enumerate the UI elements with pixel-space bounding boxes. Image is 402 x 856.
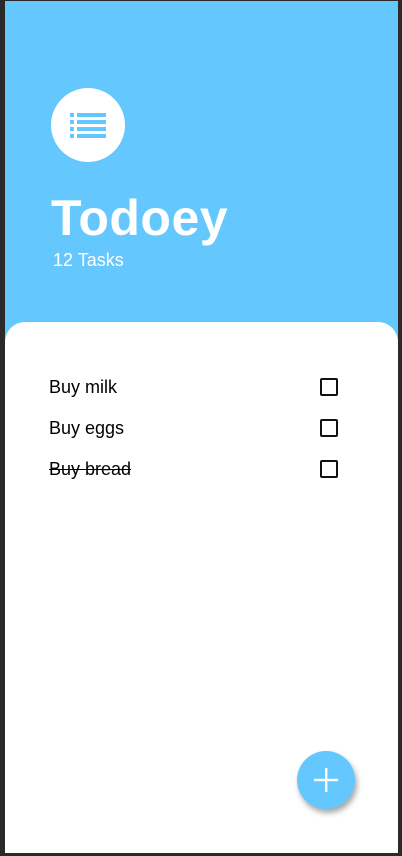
- task-item: Buy bread: [5, 448, 398, 489]
- task-checkbox[interactable]: [320, 377, 338, 396]
- app-screen: Todoey 12 Tasks Buy milk Buy eggs Buy br…: [0, 0, 402, 856]
- task-checkbox[interactable]: [320, 459, 338, 478]
- list-icon: [70, 113, 106, 138]
- task-label: Buy eggs: [49, 417, 125, 438]
- task-checkbox[interactable]: [320, 418, 338, 437]
- header: Todoey 12 Tasks: [5, 1, 398, 341]
- task-item: Buy eggs: [5, 407, 398, 448]
- add-task-button[interactable]: [297, 751, 355, 809]
- task-label: Buy bread: [49, 458, 132, 479]
- plus-icon: [314, 768, 338, 792]
- task-label: Buy milk: [49, 376, 118, 397]
- app-title: Todoey: [51, 190, 229, 246]
- task-count: 12 Tasks: [53, 250, 124, 270]
- logo-badge: [51, 88, 125, 162]
- task-item: Buy milk: [5, 366, 398, 407]
- task-list: Buy milk Buy eggs Buy bread: [5, 366, 398, 489]
